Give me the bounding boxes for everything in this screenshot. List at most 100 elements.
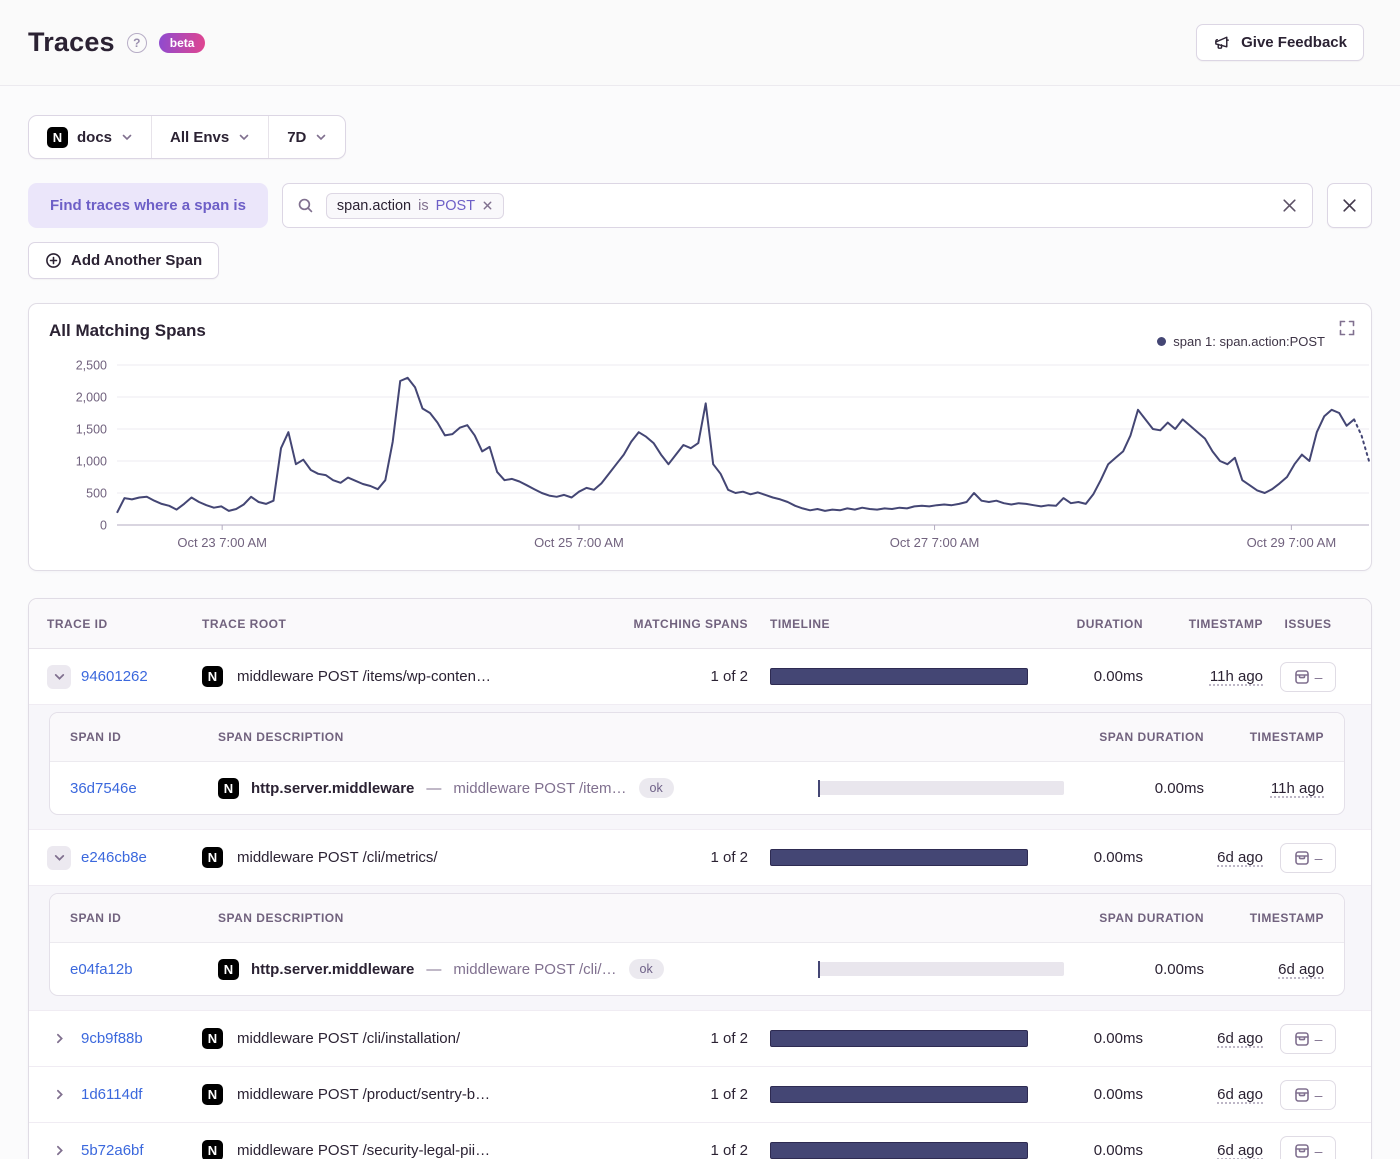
- search-icon: [298, 198, 313, 213]
- expand-trace-button[interactable]: [47, 1144, 71, 1157]
- spans-table-header: SPAN ID SPAN DESCRIPTION SPAN DURATION T…: [50, 894, 1344, 943]
- span-timestamp[interactable]: 11h ago: [1271, 780, 1324, 797]
- issues-button[interactable]: –: [1280, 1079, 1336, 1110]
- span-search-input[interactable]: span.action is POST: [281, 183, 1313, 228]
- svg-text:1,500: 1,500: [76, 423, 107, 437]
- col-span-id: SPAN ID: [70, 730, 122, 744]
- table-row: 1d6114df N middleware POST /product/sent…: [29, 1067, 1371, 1123]
- trace-root: middleware POST /product/sentry-b…: [237, 1086, 491, 1103]
- col-timestamp: TIMESTAMP: [1188, 616, 1263, 631]
- trace-timestamp[interactable]: 11h ago: [1210, 668, 1263, 685]
- nextjs-logo-icon: N: [218, 958, 239, 980]
- issues-button[interactable]: –: [1280, 661, 1336, 692]
- trace-duration: 0.00ms: [1093, 849, 1143, 866]
- expanded-spans-section: SPAN ID SPAN DESCRIPTION SPAN DURATION T…: [29, 705, 1371, 830]
- svg-text:500: 500: [86, 487, 107, 501]
- page-filter-bar: N docs All Envs 7D: [28, 115, 347, 159]
- col-span-timestamp: TIMESTAMP: [1249, 730, 1324, 744]
- span-id-link[interactable]: e04fa12b: [70, 961, 133, 978]
- trace-id-link[interactable]: 5b72a6bf: [81, 1142, 144, 1159]
- megaphone-icon: [1213, 33, 1232, 52]
- nextjs-logo-icon: N: [202, 1084, 223, 1105]
- issues-icon: [1294, 1031, 1309, 1046]
- trace-timeline-bar: [770, 1142, 1028, 1159]
- col-trace-root: TRACE ROOT: [202, 616, 287, 631]
- issues-icon: [1294, 669, 1309, 684]
- col-timeline: TIMELINE: [770, 616, 830, 631]
- trace-timeline-bar: [770, 668, 1028, 685]
- trace-root: middleware POST /items/wp-conten…: [237, 668, 491, 685]
- search-token[interactable]: span.action is POST: [325, 192, 505, 219]
- span-separator: —: [426, 779, 442, 797]
- chevron-down-icon: [122, 134, 132, 141]
- trace-duration: 0.00ms: [1093, 1142, 1143, 1159]
- span-row: 36d7546e N http.server.middleware — midd…: [50, 762, 1344, 814]
- col-duration: DURATION: [1076, 616, 1143, 631]
- col-span-description: SPAN DESCRIPTION: [218, 730, 344, 744]
- token-operator[interactable]: is: [418, 198, 428, 214]
- trace-timestamp[interactable]: 6d ago: [1217, 1142, 1263, 1159]
- collapse-trace-button[interactable]: [47, 664, 71, 689]
- table-row: 5b72a6bf N middleware POST /security-leg…: [29, 1123, 1371, 1159]
- span-status-badge: ok: [628, 959, 664, 979]
- collapse-trace-button[interactable]: [47, 845, 71, 870]
- expand-trace-button[interactable]: [47, 1032, 71, 1045]
- matching-spans: 1 of 2: [710, 1030, 748, 1047]
- expand-trace-button[interactable]: [47, 1088, 71, 1101]
- add-another-span-label: Add Another Span: [71, 252, 203, 269]
- token-remove-icon[interactable]: [482, 200, 493, 211]
- date-range-filter[interactable]: 7D: [268, 116, 345, 158]
- trace-id-link[interactable]: 9cb9f88b: [81, 1030, 143, 1047]
- project-filter[interactable]: N docs: [29, 116, 151, 158]
- trace-duration: 0.00ms: [1093, 1030, 1143, 1047]
- span-timestamp[interactable]: 6d ago: [1278, 961, 1324, 978]
- token-value[interactable]: POST: [436, 198, 475, 214]
- chart-title: All Matching Spans: [49, 321, 206, 340]
- table-row: e246cb8e N middleware POST /cli/metrics/…: [29, 830, 1371, 886]
- issues-dash: –: [1314, 1142, 1323, 1159]
- span-timeline-bar: [820, 781, 1064, 795]
- span-op: http.server.middleware: [251, 960, 415, 978]
- matching-spans: 1 of 2: [710, 849, 748, 866]
- svg-text:Oct 23 7:00 AM: Oct 23 7:00 AM: [177, 535, 267, 550]
- trace-timestamp[interactable]: 6d ago: [1217, 1030, 1263, 1047]
- trace-timestamp[interactable]: 6d ago: [1217, 1086, 1263, 1103]
- span-id-link[interactable]: 36d7546e: [70, 780, 137, 797]
- chevron-down-icon: [54, 674, 64, 680]
- nextjs-logo-icon: N: [202, 1028, 223, 1049]
- issues-button[interactable]: –: [1280, 1023, 1336, 1054]
- chevron-right-icon: [56, 1145, 63, 1156]
- matching-spans: 1 of 2: [710, 668, 748, 685]
- trace-id-link[interactable]: 1d6114df: [81, 1086, 142, 1103]
- environment-filter[interactable]: All Envs: [151, 116, 268, 158]
- trace-id-link[interactable]: e246cb8e: [81, 849, 147, 866]
- expand-chart-icon[interactable]: [1339, 320, 1355, 336]
- spans-table-header: SPAN ID SPAN DESCRIPTION SPAN DURATION T…: [50, 713, 1344, 762]
- issues-dash: –: [1314, 1030, 1323, 1047]
- issues-button[interactable]: –: [1280, 842, 1336, 873]
- trace-timeline-bar: [770, 1086, 1028, 1103]
- environment-filter-label: All Envs: [170, 128, 230, 146]
- find-traces-label: Find traces where a span is: [28, 183, 268, 228]
- trace-duration: 0.00ms: [1093, 1086, 1143, 1103]
- give-feedback-button[interactable]: Give Feedback: [1196, 24, 1364, 61]
- help-icon[interactable]: ?: [126, 32, 147, 53]
- issues-icon: [1294, 850, 1309, 865]
- span-description: middleware POST /item…: [453, 779, 627, 797]
- trace-id-link[interactable]: 94601262: [81, 668, 148, 685]
- chart-legend-item[interactable]: span 1: span.action:POST: [1157, 334, 1325, 349]
- remove-span-query-button[interactable]: [1327, 183, 1372, 228]
- trace-timestamp[interactable]: 6d ago: [1217, 849, 1263, 866]
- col-trace-id: TRACE ID: [47, 616, 108, 631]
- expanded-spans-section: SPAN ID SPAN DESCRIPTION SPAN DURATION T…: [29, 886, 1371, 1011]
- span-description: middleware POST /cli/…: [453, 960, 617, 978]
- issues-button[interactable]: –: [1280, 1135, 1336, 1159]
- search-clear-icon[interactable]: [1281, 197, 1298, 214]
- table-row: 94601262 N middleware POST /items/wp-con…: [29, 649, 1371, 705]
- trace-root: middleware POST /cli/installation/: [237, 1030, 461, 1047]
- issues-icon: [1294, 1143, 1309, 1158]
- token-key: span.action: [336, 197, 412, 214]
- add-another-span-button[interactable]: Add Another Span: [28, 242, 220, 279]
- col-span-description: SPAN DESCRIPTION: [218, 911, 344, 925]
- spans-chart-svg: 0 500 1,000 1,500 2,000 2,500 Oct 23 7:00 AM Oc…: [76, 359, 1370, 550]
